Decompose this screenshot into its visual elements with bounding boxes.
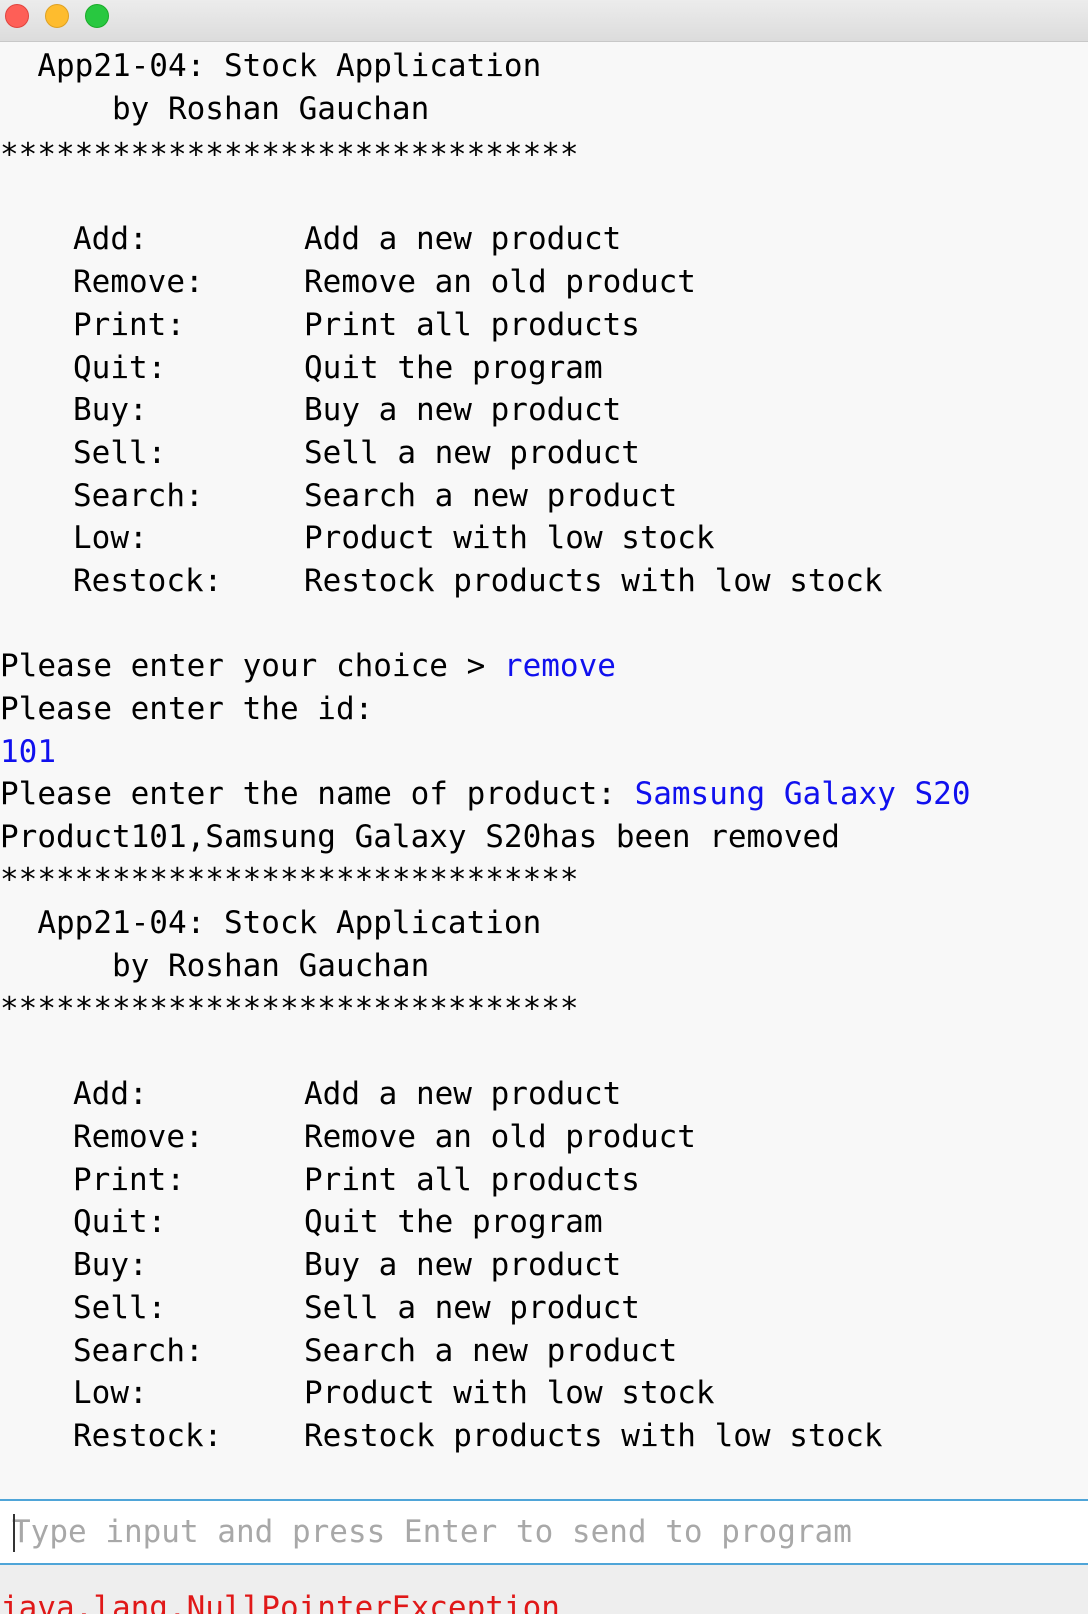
menu-desc-search: Search a new product (304, 478, 678, 514)
menu-desc-quit: Quit the program (304, 350, 603, 386)
name-line: Please enter the name of product: Samsun… (0, 773, 971, 815)
window-titlebar (0, 0, 1088, 42)
error-output: java.lang.NullPointerException (0, 1565, 1088, 1614)
menu-desc-add: Add a new product (304, 1076, 622, 1112)
choice-input-echo: remove (503, 648, 616, 684)
menu-desc-low: Product with low stock (304, 1375, 715, 1411)
banner-author: by Roshan Gauchan (0, 948, 430, 984)
menu-desc-print: Print all products (304, 307, 640, 343)
menu-key-sell: Sell: (73, 435, 167, 471)
menu-key-quit: Quit: (73, 1204, 167, 1240)
menu-desc-restock: Restock products with low stock (304, 563, 883, 599)
id-prompt: Please enter the id: (0, 691, 374, 727)
error-message: java.lang.NullPointerException (0, 1590, 560, 1614)
name-prompt: Please enter the name of product: (0, 776, 635, 812)
menu-desc-quit: Quit the program (304, 1204, 603, 1240)
name-input-echo: Samsung Galaxy S20 (634, 776, 971, 812)
menu-desc-sell: Sell a new product (304, 435, 640, 471)
removed-message: Product101,Samsung Galaxy S20has been re… (0, 819, 840, 855)
menu-desc-sell: Sell a new product (304, 1290, 640, 1326)
menu-desc-search: Search a new product (304, 1333, 678, 1369)
menu-key-search: Search: (73, 1333, 204, 1369)
menu-key-add: Add: (73, 221, 148, 257)
menu-key-print: Print: (73, 1162, 185, 1198)
menu-key-low: Low: (73, 1375, 148, 1411)
menu-key-print: Print: (73, 307, 185, 343)
id-input-echo: 101 (0, 734, 56, 770)
menu-key-low: Low: (73, 520, 148, 556)
menu-desc-buy: Buy a new product (304, 392, 622, 428)
menu-desc-print: Print all products (304, 1162, 640, 1198)
menu-key-add: Add: (73, 1076, 148, 1112)
menu-key-search: Search: (73, 478, 204, 514)
choice-prompt: Please enter your choice > (0, 648, 504, 684)
menu-key-restock: Restock: (73, 563, 223, 599)
banner-title: App21-04: Stock Application (0, 905, 542, 941)
menu-key-quit: Quit: (73, 350, 167, 386)
menu-desc-add: Add a new product (304, 221, 622, 257)
menu-desc-remove: Remove an old product (304, 1119, 696, 1155)
menu-desc-restock: Restock products with low stock (304, 1418, 883, 1454)
close-window-button[interactable] (5, 4, 29, 28)
program-input-bar (0, 1499, 1088, 1565)
menu-desc-buy: Buy a new product (304, 1247, 622, 1283)
maximize-window-button[interactable] (85, 4, 109, 28)
banner-title: App21-04: Stock Application (0, 48, 542, 84)
menu-desc-low: Product with low stock (304, 520, 715, 556)
banner-stars: ******************************* (0, 862, 579, 898)
menu-key-buy: Buy: (73, 392, 148, 428)
banner-stars: ******************************* (0, 137, 579, 173)
text-cursor (13, 1514, 15, 1552)
menu-key-remove: Remove: (73, 1119, 204, 1155)
menu-key-restock: Restock: (73, 1418, 223, 1454)
banner-stars: ******************************* (0, 991, 579, 1027)
menu-key-sell: Sell: (73, 1290, 167, 1326)
console-output: App21-04: Stock Application by Roshan Ga… (0, 42, 1088, 1499)
menu-key-buy: Buy: (73, 1247, 148, 1283)
choice-line: Please enter your choice > remove (0, 645, 616, 687)
banner-author: by Roshan Gauchan (0, 91, 430, 127)
minimize-window-button[interactable] (45, 4, 69, 28)
menu-key-remove: Remove: (73, 264, 204, 300)
menu-desc-remove: Remove an old product (304, 264, 696, 300)
program-input-field[interactable] (12, 1509, 1072, 1555)
